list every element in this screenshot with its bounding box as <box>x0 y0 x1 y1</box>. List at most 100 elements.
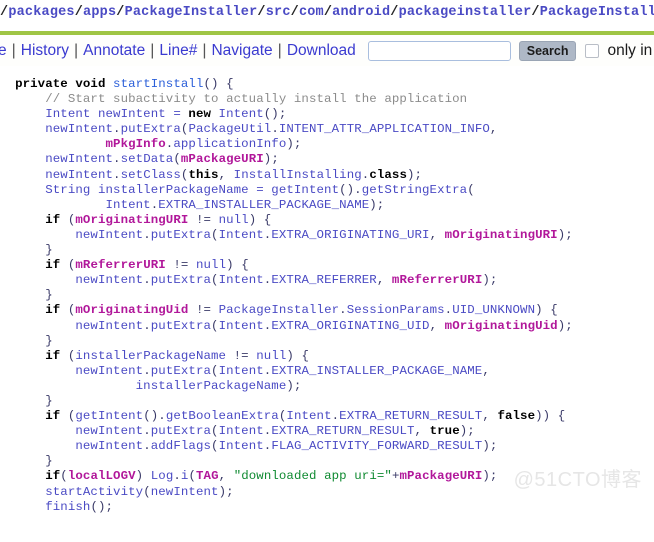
code-token-id[interactable]: installerPackageName <box>75 349 226 363</box>
source-code-pane[interactable]: private void startInstall() { // Start s… <box>0 66 654 514</box>
code-token-pun: ); <box>557 318 573 333</box>
breadcrumb-separator: / <box>290 5 299 20</box>
code-token-id[interactable]: newIntent <box>45 168 113 182</box>
code-token-mem[interactable]: mOriginatingUid <box>445 319 558 333</box>
code-token-id[interactable]: PackageUtil <box>188 122 271 136</box>
source-code-block: private void startInstall() { // Start s… <box>0 77 654 514</box>
code-token-pun: ) { <box>286 348 310 363</box>
toolbar-link-navigate[interactable]: Navigate <box>207 42 276 60</box>
code-token-id[interactable]: InstallInstalling <box>234 168 362 182</box>
code-token-id[interactable]: null <box>196 258 226 272</box>
code-token-kw: new <box>188 107 212 122</box>
code-token-pun <box>0 168 45 182</box>
code-token-id[interactable]: putExtra <box>121 122 181 136</box>
code-token-pun <box>0 439 75 453</box>
code-token-id[interactable]: EXTRA_INSTALLER_PACKAGE_NAME <box>271 364 482 378</box>
code-token-id[interactable]: EXTRA_REFERRER <box>271 273 377 287</box>
code-token-id[interactable]: newIntent <box>75 439 143 453</box>
code-token-id[interactable]: Intent <box>219 273 264 287</box>
code-token-id[interactable]: getIntent <box>75 409 143 423</box>
code-token-mem[interactable]: mOriginatingURI <box>75 213 188 227</box>
code-token-id[interactable]: Log <box>151 469 174 483</box>
code-token-mem[interactable]: localLOGV <box>68 469 136 483</box>
code-token-id[interactable]: installerPackageName <box>136 379 287 393</box>
code-token-id[interactable]: putExtra <box>151 424 211 438</box>
code-token-pun: ( <box>60 212 76 227</box>
code-token-id[interactable]: startActivity <box>45 485 143 499</box>
code-token-id[interactable]: newIntent <box>75 273 143 287</box>
code-token-mth[interactable]: startInstall <box>113 77 203 91</box>
toolbar-link-linenumbers[interactable]: Line# <box>155 42 201 60</box>
breadcrumb-segment[interactable]: src <box>266 5 291 20</box>
code-token-id[interactable]: Intent <box>219 364 264 378</box>
code-token-id[interactable]: newIntent <box>75 424 143 438</box>
code-token-mem[interactable]: mPackageURI <box>399 469 482 483</box>
code-token-id[interactable]: finish <box>45 500 90 514</box>
code-token-id[interactable]: EXTRA_RETURN_RESULT <box>339 409 482 423</box>
code-token-id[interactable]: Intent <box>219 439 264 453</box>
code-token-str: "downloaded app uri=" <box>233 469 392 484</box>
code-token-id[interactable]: Intent <box>106 198 151 212</box>
code-token-id[interactable]: getBooleanExtra <box>166 409 279 423</box>
code-token-pun <box>0 349 45 363</box>
search-input[interactable] <box>367 40 511 61</box>
toolbar-link-annotate[interactable]: Annotate <box>79 42 149 60</box>
code-token-id[interactable]: UID_UNKNOWN <box>452 303 535 317</box>
code-token-mem[interactable]: mOriginatingURI <box>445 228 558 242</box>
breadcrumb-segment[interactable]: PackageInstaller <box>125 5 258 20</box>
code-token-id[interactable]: putExtra <box>151 273 211 287</box>
code-token-id[interactable]: Intent <box>286 409 331 423</box>
code-token-id[interactable]: String installerPackageName = getIntent <box>45 183 339 197</box>
code-token-id[interactable]: setClass <box>121 168 181 182</box>
code-token-mem[interactable]: mReferrerURI <box>392 273 482 287</box>
code-token-id[interactable]: putExtra <box>151 319 211 333</box>
toolbar-link-download[interactable]: Download <box>283 42 360 60</box>
code-token-id[interactable]: EXTRA_ORIGINATING_URI <box>271 228 429 242</box>
code-token-pun: ); <box>218 484 234 499</box>
toolbar-link-history[interactable]: History <box>17 42 73 60</box>
code-token-id[interactable]: newIntent <box>75 364 143 378</box>
code-token-id[interactable]: PackageInstaller <box>219 303 340 317</box>
code-token-pun: )) { <box>535 409 566 424</box>
code-token-id[interactable]: SessionParams <box>347 303 445 317</box>
code-token-kw: class <box>369 167 408 182</box>
code-token-id[interactable]: Intent <box>219 228 264 242</box>
code-token-mem[interactable]: mPackageURI <box>181 152 264 166</box>
code-token-id[interactable]: getStringExtra <box>362 183 468 197</box>
code-token-id[interactable]: EXTRA_INSTALLER_PACKAGE_NAME <box>158 198 369 212</box>
code-token-id[interactable]: applicationInfo <box>173 137 286 151</box>
code-token-id[interactable]: newIntent <box>75 228 143 242</box>
code-token-id[interactable]: EXTRA_RETURN_RESULT <box>271 424 414 438</box>
breadcrumb-segment[interactable]: packageinstaller <box>399 5 532 20</box>
code-token-id[interactable]: setData <box>121 152 174 166</box>
code-token-id[interactable]: EXTRA_ORIGINATING_UID <box>271 319 429 333</box>
toolbar-link-clipped[interactable]: e <box>0 42 11 60</box>
code-token-id[interactable]: Intent <box>211 107 264 121</box>
code-token-id[interactable]: FLAG_ACTIVITY_FORWARD_RESULT <box>271 439 482 453</box>
code-token-id[interactable]: newIntent <box>75 319 143 333</box>
breadcrumb-segment[interactable]: packages <box>8 5 74 20</box>
code-token-id[interactable]: null <box>256 349 286 363</box>
code-token-id[interactable]: INTENT_ATTR_APPLICATION_INFO <box>279 122 490 136</box>
code-token-mem[interactable]: mPkgInfo <box>106 137 166 151</box>
code-token-id[interactable]: newIntent <box>45 152 113 166</box>
breadcrumb-segment[interactable]: PackageInstallerAct <box>540 5 654 20</box>
code-token-id[interactable]: null <box>219 213 249 227</box>
breadcrumb-segment[interactable]: com <box>299 5 324 20</box>
code-token-id[interactable]: newIntent <box>151 485 219 499</box>
code-token-id[interactable]: putExtra <box>151 364 211 378</box>
code-token-id[interactable]: Intent newIntent = <box>45 107 188 121</box>
breadcrumb-segment[interactable]: apps <box>83 5 116 20</box>
code-token-mem[interactable]: mReferrerURI <box>75 258 165 272</box>
code-token-id[interactable]: newIntent <box>45 122 113 136</box>
search-button[interactable]: Search <box>518 40 577 61</box>
code-token-mem[interactable]: mOriginatingUid <box>75 303 188 317</box>
code-token-id[interactable]: Intent <box>219 319 264 333</box>
code-token-id[interactable]: addFlags <box>151 439 211 453</box>
code-token-id[interactable]: putExtra <box>151 228 211 242</box>
code-token-mem[interactable]: TAG <box>196 469 219 483</box>
code-token-id[interactable]: Intent <box>219 424 264 438</box>
code-token-pun: , <box>482 363 490 378</box>
breadcrumb-segment[interactable]: android <box>332 5 390 20</box>
only-in-scope-checkbox[interactable] <box>585 43 600 58</box>
